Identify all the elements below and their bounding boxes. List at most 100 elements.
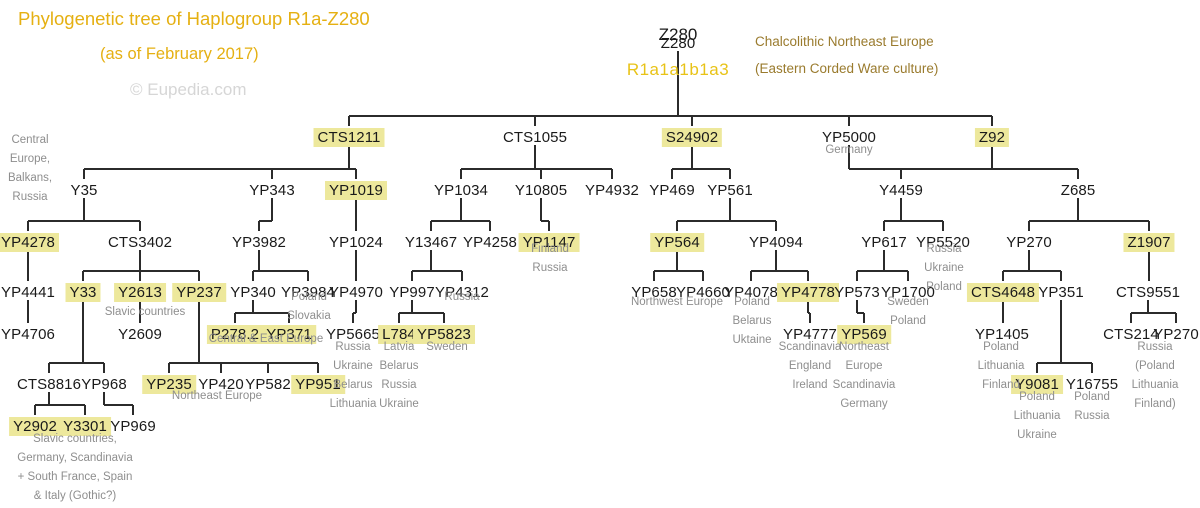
tree-node-cts9551[interactable]: CTS9551 — [1116, 283, 1180, 302]
region-line: Russia — [1137, 341, 1173, 353]
tree-node-yp4970[interactable]: YP4970 — [329, 283, 383, 302]
culture-label-line1: Chalcolithic Northeast Europe — [755, 34, 934, 49]
region-line: Russia — [335, 341, 371, 353]
tree-node-y35[interactable]: Y35 — [71, 181, 98, 200]
region-line: Ukraine — [379, 398, 419, 410]
tree-node-cts3402[interactable]: CTS3402 — [108, 233, 172, 252]
region-annotation-l784: Latvia Belarus Russia Ukraine — [379, 338, 419, 414]
copyright-credit: © Eupedia.com — [130, 80, 247, 99]
region-line: Northwest Europe — [630, 296, 724, 308]
tree-node-yp1024[interactable]: YP1024 — [329, 233, 383, 252]
tree-node-yp4778[interactable]: YP4778 — [777, 283, 839, 302]
phylogenetic-tree-canvas: Phylogenetic tree of Haplogroup R1a-Z280… — [0, 0, 1200, 508]
region-annotation-yp5000: Germany — [825, 141, 872, 160]
tree-node-cts8816[interactable]: CTS8816 — [17, 375, 81, 394]
region-line: Poland — [983, 341, 1019, 353]
tree-node-yp4094[interactable]: YP4094 — [749, 233, 803, 252]
region-annotation-p278-2: Central & East Europe — [209, 330, 323, 349]
root-node-code: R1a1a1b1a3 — [626, 60, 730, 79]
tree-node-z1907[interactable]: Z1907 — [1123, 233, 1175, 252]
region-line: Lithuania — [977, 360, 1025, 372]
region-line: Slavic countries, — [33, 433, 117, 445]
tree-node-cts1211[interactable]: CTS1211 — [313, 128, 385, 147]
region-line: Ukraine — [333, 360, 373, 372]
tree-node-yp561[interactable]: YP561 — [707, 181, 753, 200]
tree-node-yp1034[interactable]: YP1034 — [434, 181, 488, 200]
region-line: Lithuania — [1131, 379, 1179, 391]
tree-node-yp4441[interactable]: YP4441 — [1, 283, 55, 302]
tree-node-y13467[interactable]: Y13467 — [405, 233, 457, 252]
region-line: Belarus — [732, 315, 772, 327]
region-annotation-left: Central Europe, Balkans, Russia — [8, 131, 52, 207]
tree-node-yp564[interactable]: YP564 — [650, 233, 704, 252]
region-line: Russia — [532, 262, 568, 274]
tree-node-yp340[interactable]: YP340 — [230, 283, 276, 302]
region-line: Finland — [531, 243, 569, 255]
tree-node-yp3982[interactable]: YP3982 — [232, 233, 286, 252]
region-line: Europe — [845, 360, 883, 372]
tree-node-y2613[interactable]: Y2613 — [114, 283, 166, 302]
region-line: Lithuania — [329, 398, 377, 410]
tree-node-yp997[interactable]: YP997 — [389, 283, 435, 302]
tree-node-yp343[interactable]: YP343 — [249, 181, 295, 200]
tree-node-z280[interactable]: Z280 — [661, 34, 696, 53]
region-line: & Italy (Gothic?) — [33, 490, 117, 502]
region-annotation-yp235: Northeast Europe — [172, 387, 262, 406]
tree-node-yp351[interactable]: YP351 — [1038, 283, 1084, 302]
tree-node-yp573[interactable]: YP573 — [834, 283, 880, 302]
tree-node-s24902[interactable]: S24902 — [661, 128, 723, 147]
region-line: Europe, — [9, 153, 51, 165]
region-annotation-yp5823: Sweden — [426, 338, 468, 357]
region-line: Central — [11, 134, 49, 146]
region-line: Sweden — [426, 341, 468, 353]
tree-node-cts1055[interactable]: CTS1055 — [503, 128, 567, 147]
region-line: Poland — [890, 315, 926, 327]
region-line: Russia — [926, 243, 962, 255]
region-line: Scandinavia — [832, 379, 896, 391]
tree-node-z685[interactable]: Z685 — [1061, 181, 1096, 200]
region-line: Balkans, — [7, 172, 53, 184]
region-annotation-yp3984: Poland Slovakia — [287, 288, 330, 326]
region-line: Poland — [1074, 391, 1110, 403]
tree-node-yp617[interactable]: YP617 — [861, 233, 907, 252]
region-line: Sweden — [887, 296, 929, 308]
tree-node-yp4706[interactable]: YP4706 — [1, 325, 55, 344]
tree-node-yp237[interactable]: YP237 — [172, 283, 226, 302]
region-annotation-y16755: Poland Russia — [1074, 388, 1110, 426]
region-annotation-yp1700: Sweden Poland — [887, 293, 929, 331]
region-line: + South France, Spain — [17, 471, 133, 483]
region-line: Belarus — [379, 360, 419, 372]
region-annotation-yp1405: Poland Lithuania Finland — [978, 338, 1025, 395]
region-line: Poland — [926, 281, 962, 293]
tree-node-yp4278[interactable]: YP4278 — [0, 233, 59, 252]
tree-node-yp968[interactable]: YP968 — [81, 375, 127, 394]
tree-node-yp1019[interactable]: YP1019 — [325, 181, 387, 200]
tree-node-yp270[interactable]: YP270 — [1006, 233, 1052, 252]
region-annotation-yp5665: Russia Ukraine Belarus Lithuania — [330, 338, 377, 414]
region-line: Uktaine — [732, 334, 772, 346]
region-annotation-yp1147: Finland Russia — [531, 240, 569, 278]
region-line: Poland — [734, 296, 770, 308]
tree-node-cts4648[interactable]: CTS4648 — [966, 283, 1040, 302]
tree-node-yp4932[interactable]: YP4932 — [585, 181, 639, 200]
tree-node-y2609[interactable]: Y2609 — [118, 325, 162, 344]
tree-node-y4459[interactable]: Y4459 — [879, 181, 923, 200]
tree-node-z92[interactable]: Z92 — [974, 128, 1010, 147]
tree-node-yp4258[interactable]: YP4258 — [463, 233, 517, 252]
region-line: Russia — [444, 291, 480, 303]
region-line: Ukraine — [924, 262, 964, 274]
region-annotation-y2609: Slavic countries — [105, 303, 186, 322]
tree-node-y33[interactable]: Y33 — [65, 283, 101, 302]
region-line: Slavic countries — [104, 306, 186, 318]
region-annotation-yp5520: Russia Ukraine Poland — [924, 240, 964, 297]
tree-node-yp469[interactable]: YP469 — [649, 181, 695, 200]
region-annotation-yp658: Northwest Europe — [631, 293, 723, 312]
region-line: Russia — [1074, 410, 1110, 422]
page-title: Phylogenetic tree of Haplogroup R1a-Z280 — [18, 8, 370, 29]
tree-node-y10805[interactable]: Y10805 — [515, 181, 567, 200]
region-line: Lithuania — [1013, 410, 1061, 422]
region-annotation-cts214: Russia (Poland Lithuania Finland) — [1132, 338, 1179, 414]
region-line: Belarus — [333, 379, 373, 391]
culture-label-line2: (Eastern Corded Ware culture) — [755, 61, 939, 76]
region-line: Russia — [12, 191, 48, 203]
